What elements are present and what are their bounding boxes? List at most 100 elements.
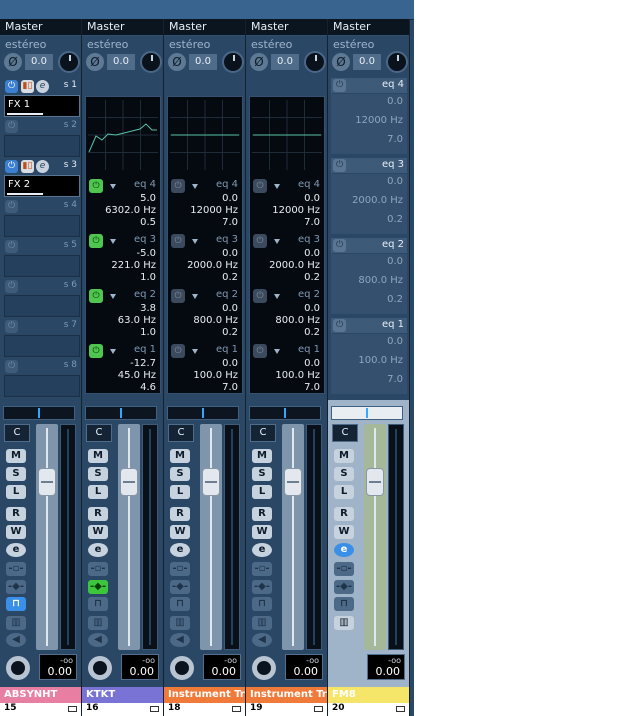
input-gain-value[interactable]: 0.0 bbox=[271, 54, 299, 70]
eq-band-freq[interactable]: 45.0 Hz bbox=[118, 370, 156, 381]
instrument-icon[interactable]: ▥ bbox=[334, 616, 354, 630]
read-automation-button[interactable]: R bbox=[334, 507, 354, 521]
record-enable-button[interactable] bbox=[88, 656, 112, 680]
edit-channel-button[interactable]: e bbox=[334, 543, 354, 557]
eq-band-q[interactable]: 1.0 bbox=[140, 327, 156, 338]
solo-button[interactable]: S bbox=[88, 467, 108, 481]
pan-slider[interactable] bbox=[85, 406, 157, 420]
input-gain-value[interactable]: 0.0 bbox=[107, 54, 135, 70]
send-slot[interactable]: FX 1 bbox=[4, 95, 80, 117]
eq-band-gain[interactable]: 5.0 bbox=[140, 193, 156, 204]
sends-bypass-icon[interactable]: ⊓ bbox=[88, 597, 108, 611]
edit-channel-button[interactable]: e bbox=[88, 543, 108, 557]
instrument-icon[interactable]: ▥ bbox=[252, 616, 272, 630]
listen-button[interactable]: L bbox=[252, 485, 272, 499]
eq-band-q[interactable]: 0.2 bbox=[222, 272, 238, 283]
monitor-icon[interactable]: ◀ bbox=[252, 633, 272, 647]
volume-readout[interactable]: -oo 0.00 bbox=[121, 654, 159, 680]
send-edit-icon[interactable]: e bbox=[36, 160, 49, 173]
write-automation-button[interactable]: W bbox=[334, 525, 354, 539]
input-gain-value[interactable]: 0.0 bbox=[189, 54, 217, 70]
mute-button[interactable]: M bbox=[170, 449, 190, 463]
pan-value[interactable]: C bbox=[332, 424, 358, 442]
eq-band-power-icon[interactable]: ⏻ bbox=[89, 289, 103, 303]
eq-band-freq[interactable]: 2000.0 Hz bbox=[352, 195, 403, 206]
eq-band-freq[interactable]: 800.0 Hz bbox=[358, 275, 403, 286]
output-routing[interactable]: Master bbox=[0, 19, 81, 36]
eq-band-power-icon[interactable]: ⏻ bbox=[333, 159, 346, 172]
volume-fader-track[interactable] bbox=[364, 424, 386, 650]
eq-type-dropdown-icon[interactable] bbox=[192, 184, 198, 189]
eq-band-gain[interactable]: 0.0 bbox=[222, 358, 238, 369]
send-level-bar[interactable] bbox=[7, 113, 43, 115]
phase-invert-button[interactable]: Ø bbox=[250, 53, 268, 71]
eq-band-freq[interactable]: 12000 Hz bbox=[272, 205, 320, 216]
pan-value[interactable]: C bbox=[86, 424, 112, 442]
read-automation-button[interactable]: R bbox=[88, 507, 108, 521]
mute-button[interactable]: M bbox=[334, 449, 354, 463]
insert-bypass-icon[interactable]: -▫- bbox=[252, 562, 272, 576]
eq-band-gain[interactable]: -5.0 bbox=[136, 248, 156, 259]
sends-bypass-icon[interactable]: ⊓ bbox=[334, 597, 354, 611]
eq-type-dropdown-icon[interactable] bbox=[274, 184, 280, 189]
insert-bypass-icon[interactable]: -▫- bbox=[6, 562, 26, 576]
write-automation-button[interactable]: W bbox=[170, 525, 190, 539]
read-automation-button[interactable]: R bbox=[170, 507, 190, 521]
volume-fader-track[interactable] bbox=[282, 424, 304, 650]
eq-curve-graph[interactable] bbox=[170, 100, 240, 170]
input-gain-knob[interactable] bbox=[140, 51, 162, 73]
eq-band-power-icon[interactable]: ⏻ bbox=[253, 234, 267, 248]
eq-band-q[interactable]: 7.0 bbox=[387, 134, 403, 145]
eq-band-power-icon[interactable]: ⏻ bbox=[253, 289, 267, 303]
eq-bypass-icon[interactable]: -◆- bbox=[88, 580, 108, 594]
phase-invert-button[interactable]: Ø bbox=[4, 53, 22, 71]
monitor-icon[interactable]: ◀ bbox=[88, 633, 108, 647]
track-name-bar[interactable]: KTKT bbox=[82, 687, 163, 703]
listen-button[interactable]: L bbox=[88, 485, 108, 499]
track-name-bar[interactable]: FM8 bbox=[328, 687, 409, 703]
mute-button[interactable]: M bbox=[88, 449, 108, 463]
eq-bypass-icon[interactable]: -◆- bbox=[252, 580, 272, 594]
monitor-icon[interactable]: ◀ bbox=[6, 633, 26, 647]
volume-fader-handle[interactable] bbox=[120, 468, 138, 496]
eq-band-freq[interactable]: 100.0 Hz bbox=[358, 355, 403, 366]
input-gain-knob[interactable] bbox=[222, 51, 244, 73]
eq-band-freq[interactable]: 6302.0 Hz bbox=[105, 205, 156, 216]
instrument-icon[interactable]: ▥ bbox=[170, 616, 190, 630]
eq-band-power-icon[interactable]: ⏻ bbox=[333, 239, 346, 252]
eq-band-power-icon[interactable]: ⏻ bbox=[171, 179, 185, 193]
output-routing[interactable]: Master bbox=[82, 19, 163, 36]
mute-button[interactable]: M bbox=[252, 449, 272, 463]
eq-band-gain[interactable]: 0.0 bbox=[387, 256, 403, 267]
pan-value[interactable]: C bbox=[250, 424, 276, 442]
send-power-icon[interactable]: ⏻ bbox=[5, 280, 18, 293]
track-name-bar[interactable]: Instrument Tr bbox=[246, 687, 327, 703]
send-power-icon[interactable]: ⏻ bbox=[5, 320, 18, 333]
eq-bypass-icon[interactable]: -◆- bbox=[334, 580, 354, 594]
phase-invert-button[interactable]: Ø bbox=[168, 53, 186, 71]
instrument-icon[interactable]: ▥ bbox=[88, 616, 108, 630]
eq-band-gain[interactable]: 0.0 bbox=[387, 176, 403, 187]
eq-band-q[interactable]: 0.2 bbox=[387, 294, 403, 305]
send-slot[interactable] bbox=[4, 215, 80, 237]
track-name-bar[interactable]: Instrument Tr bbox=[164, 687, 245, 703]
edit-channel-button[interactable]: e bbox=[252, 543, 272, 557]
pan-value[interactable]: C bbox=[168, 424, 194, 442]
instrument-icon[interactable]: ▥ bbox=[6, 616, 26, 630]
eq-bypass-icon[interactable]: -◆- bbox=[170, 580, 190, 594]
eq-band-q[interactable]: 0.5 bbox=[140, 217, 156, 228]
read-automation-button[interactable]: R bbox=[252, 507, 272, 521]
expand-icon[interactable] bbox=[314, 706, 323, 712]
sends-bypass-icon[interactable]: ⊓ bbox=[170, 597, 190, 611]
eq-band-gain[interactable]: 0.0 bbox=[387, 336, 403, 347]
listen-button[interactable]: L bbox=[170, 485, 190, 499]
monitor-icon[interactable]: ◀ bbox=[170, 633, 190, 647]
phase-invert-button[interactable]: Ø bbox=[332, 53, 350, 71]
send-prepost-icon[interactable]: ▮▯ bbox=[21, 80, 34, 93]
eq-band-freq[interactable]: 2000.0 Hz bbox=[269, 260, 320, 271]
eq-band-power-icon[interactable]: ⏻ bbox=[253, 179, 267, 193]
phase-invert-button[interactable]: Ø bbox=[86, 53, 104, 71]
eq-band-power-icon[interactable]: ⏻ bbox=[333, 79, 346, 92]
eq-band-power-icon[interactable]: ⏻ bbox=[89, 234, 103, 248]
volume-readout[interactable]: -oo 0.00 bbox=[39, 654, 77, 680]
